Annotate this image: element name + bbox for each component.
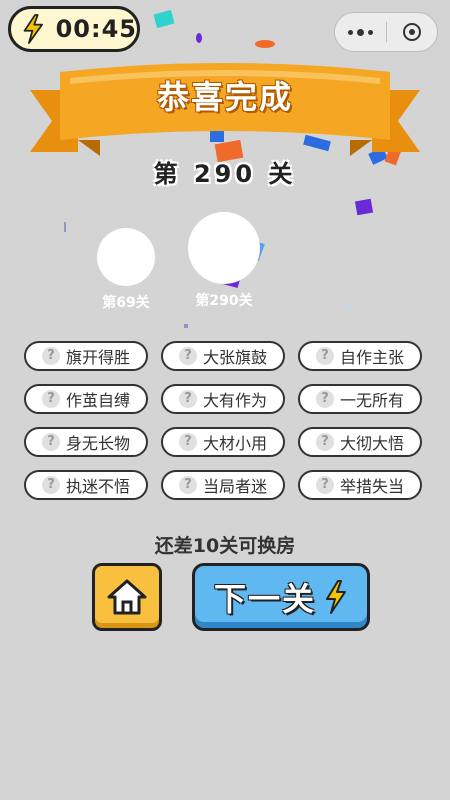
question-icon: ? (178, 390, 197, 408)
room-circle (97, 228, 155, 286)
target-close-icon[interactable] (386, 13, 437, 51)
question-icon: ? (315, 390, 334, 408)
home-icon (107, 579, 147, 615)
levels-remaining-text: 还差10关可换房 (154, 535, 296, 557)
room-progress-next: 第290关 (186, 212, 262, 310)
idiom-text: 举措失当 (339, 477, 404, 496)
timer-value: 00:45 (55, 15, 137, 43)
question-icon: ? (315, 347, 334, 365)
next-level-label: 下一关 (213, 580, 316, 618)
lightning-icon (23, 14, 43, 44)
idiom-chip[interactable]: ? 大材小用 (161, 427, 285, 457)
idiom-grid: ? 旗开得胜 ? 大张旗鼓 ? 自作主张 ? 作茧自缚 ? 大有作为 ? 一无所有 ? 身无长… (24, 341, 424, 500)
idiom-chip[interactable]: ? 旗开得胜 (24, 341, 148, 371)
level-number: 第 290 关 (153, 160, 297, 188)
idiom-chip[interactable]: ? 大张旗鼓 (161, 341, 285, 371)
room-label: 第290关 (195, 293, 253, 309)
idiom-chip[interactable]: ? 举措失当 (298, 470, 422, 500)
room-label: 第69关 (102, 295, 150, 311)
idiom-text: 大有作为 (202, 391, 267, 410)
idiom-text: 自作主张 (339, 348, 404, 367)
question-icon: ? (178, 433, 197, 451)
idiom-text: 身无长物 (65, 434, 130, 453)
idiom-text: 大张旗鼓 (202, 348, 267, 367)
lightning-icon (326, 580, 346, 614)
more-dots-icon[interactable] (335, 13, 386, 51)
idiom-text: 旗开得胜 (65, 348, 130, 367)
idiom-chip[interactable]: ? 作茧自缚 (24, 384, 148, 414)
idiom-chip[interactable]: ? 一无所有 (298, 384, 422, 414)
question-icon: ? (41, 476, 60, 494)
idiom-chip[interactable]: ? 当局者迷 (161, 470, 285, 500)
idiom-text: 大材小用 (202, 434, 267, 453)
idiom-text: 作茧自缚 (65, 391, 130, 410)
idiom-text: 当局者迷 (202, 477, 267, 496)
idiom-chip[interactable]: ? 执迷不悟 (24, 470, 148, 500)
idiom-text: 大彻大悟 (339, 434, 404, 453)
question-icon: ? (315, 476, 334, 494)
congrats-title: 恭喜完成 (156, 78, 293, 116)
idiom-text: 一无所有 (339, 391, 404, 410)
idiom-text: 执迷不悟 (65, 477, 130, 496)
mini-program-capsule (334, 12, 438, 52)
idiom-chip[interactable]: ? 大彻大悟 (298, 427, 422, 457)
timer-pill: 00:45 (8, 6, 140, 52)
question-icon: ? (41, 433, 60, 451)
idiom-chip[interactable]: ? 身无长物 (24, 427, 148, 457)
idiom-chip[interactable]: ? 自作主张 (298, 341, 422, 371)
home-button[interactable] (92, 563, 162, 631)
question-icon: ? (41, 390, 60, 408)
next-level-button[interactable]: 下一关 (192, 563, 370, 631)
room-circle (188, 212, 260, 284)
idiom-chip[interactable]: ? 大有作为 (161, 384, 285, 414)
question-icon: ? (178, 476, 197, 494)
room-progress-current: 第69关 (96, 228, 156, 312)
question-icon: ? (178, 347, 197, 365)
question-icon: ? (315, 433, 334, 451)
question-icon: ? (41, 347, 60, 365)
